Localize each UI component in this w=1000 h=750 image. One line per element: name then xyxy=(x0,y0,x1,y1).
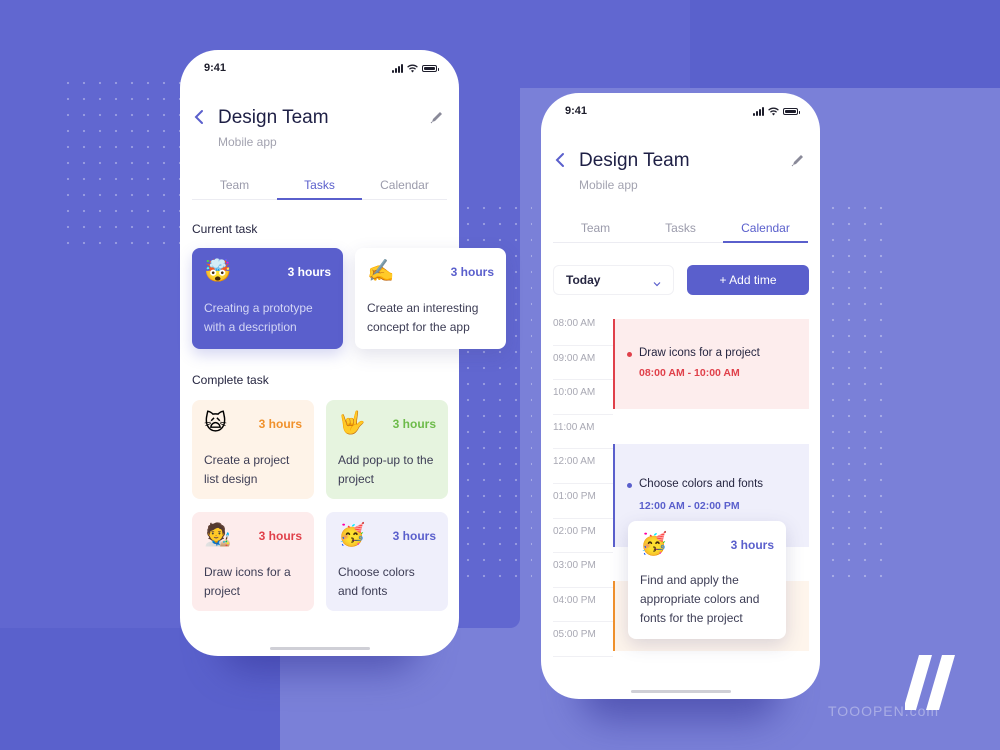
task-description: Find and apply the appropriate colors an… xyxy=(640,573,760,625)
add-time-button[interactable]: + Add time xyxy=(687,265,809,295)
tab-bar: Team Tasks Calendar xyxy=(553,221,808,243)
time-label: 10:00 AM xyxy=(553,387,596,399)
complete-task-card[interactable]: 🤟 3 hours Add pop-up to the project xyxy=(326,400,448,499)
home-indicator xyxy=(630,690,731,693)
wifi-icon xyxy=(407,64,418,73)
pencil-icon[interactable] xyxy=(429,109,445,125)
task-description: Choose colors and fonts xyxy=(338,565,415,598)
time-label: 12:00 AM xyxy=(553,456,596,468)
tab-team[interactable]: Team xyxy=(192,178,277,199)
time-label: 05:00 PM xyxy=(553,629,596,641)
status-bar: 9:41 xyxy=(565,104,800,118)
artist-icon: 🧑‍🎨 xyxy=(204,522,232,547)
current-task-card[interactable]: ✍️ 3 hours Create an interesting concept… xyxy=(355,248,506,349)
time-label: 11:00 AM xyxy=(553,421,595,433)
background-block xyxy=(690,0,1000,88)
complete-task-card[interactable]: 🧑‍🎨 3 hours Draw icons for a project xyxy=(192,512,314,611)
task-description: Create a project list design xyxy=(204,453,290,486)
time-label: 04:00 PM xyxy=(553,594,596,606)
task-description: Add pop-up to the project xyxy=(338,453,434,486)
complete-task-card[interactable]: 🙀 3 hours Create a project list design xyxy=(192,400,314,499)
task-hours: 3 hours xyxy=(392,417,436,431)
battery-icon xyxy=(783,107,800,115)
complete-task-heading: Complete task xyxy=(192,373,269,387)
page-header: Design Team Mobile app xyxy=(555,150,806,194)
battery-icon xyxy=(422,64,439,72)
date-select[interactable]: Today xyxy=(553,265,674,295)
phone-calendar-screen: 9:41 Design Team Mobile app Team Tasks C… xyxy=(541,93,820,699)
signal-icon xyxy=(753,106,764,116)
status-time: 9:41 xyxy=(204,62,227,74)
time-label: 08:00 AM xyxy=(553,318,596,329)
date-select-value: Today xyxy=(566,273,601,287)
tab-calendar[interactable]: Calendar xyxy=(362,178,447,199)
task-description: Create an interesting concept for the ap… xyxy=(367,301,479,334)
time-label: 01:00 PM xyxy=(553,490,596,502)
task-hours: 3 hours xyxy=(258,529,302,543)
task-hours: 3 hours xyxy=(730,538,774,552)
party-face-icon: 🥳 xyxy=(338,522,366,547)
event-name: Choose colors and fonts xyxy=(639,478,764,490)
party-face-icon: 🥳 xyxy=(640,531,668,556)
current-task-card[interactable]: 🤯 3 hours Creating a prototype with a de… xyxy=(192,248,343,349)
dot-pattern xyxy=(60,75,190,245)
tab-tasks[interactable]: Tasks xyxy=(277,178,362,200)
event-time-range: 08:00 AM - 10:00 AM xyxy=(639,367,740,379)
task-hours: 3 hours xyxy=(287,265,331,279)
watermark-text: TOOOPEN.com xyxy=(828,703,940,719)
calendar-event[interactable]: Draw icons for a project 08:00 AM - 10:0… xyxy=(613,319,809,409)
signal-icon xyxy=(392,63,403,73)
exploding-head-icon: 🤯 xyxy=(204,258,232,283)
weary-cat-icon: 🙀 xyxy=(204,410,227,435)
back-chevron-icon[interactable] xyxy=(194,109,208,127)
event-dot xyxy=(627,483,632,488)
tab-team[interactable]: Team xyxy=(553,221,638,242)
time-label: 02:00 PM xyxy=(553,525,596,537)
complete-task-card[interactable]: 🥳 3 hours Choose colors and fonts xyxy=(326,512,448,611)
tab-bar: Team Tasks Calendar xyxy=(192,178,447,200)
tab-tasks[interactable]: Tasks xyxy=(638,221,723,242)
tab-calendar[interactable]: Calendar xyxy=(723,221,808,243)
pencil-icon[interactable] xyxy=(790,152,806,168)
chevron-down-icon xyxy=(653,275,661,287)
status-time: 9:41 xyxy=(565,105,588,117)
task-hours: 3 hours xyxy=(450,265,494,279)
event-dot xyxy=(627,352,632,357)
page-header: Design Team Mobile app xyxy=(194,107,445,151)
status-bar: 9:41 xyxy=(204,61,439,75)
task-description: Draw icons for a project xyxy=(204,565,291,598)
time-label: 09:00 AM xyxy=(553,352,596,364)
home-indicator xyxy=(269,647,370,650)
brand-slash-logo xyxy=(903,655,965,710)
dot-pattern xyxy=(825,200,890,590)
phone-tasks-screen: 9:41 Design Team Mobile app Team Tasks C… xyxy=(180,50,506,656)
writing-hand-icon: ✍️ xyxy=(367,258,395,283)
event-time-range: 12:00 AM - 02:00 PM xyxy=(639,500,740,512)
current-task-heading: Current task xyxy=(192,222,258,236)
love-you-gesture-icon: 🤟 xyxy=(338,410,366,435)
task-popup-card[interactable]: 🥳 3 hours Find and apply the appropriate… xyxy=(628,521,786,639)
page-subtitle: Mobile app xyxy=(579,178,638,192)
back-chevron-icon[interactable] xyxy=(555,152,569,170)
task-description: Creating a prototype with a description xyxy=(204,301,313,334)
wifi-icon xyxy=(768,107,779,116)
event-name: Draw icons for a project xyxy=(639,347,760,359)
page-subtitle: Mobile app xyxy=(218,135,277,149)
task-hours: 3 hours xyxy=(392,529,436,543)
task-hours: 3 hours xyxy=(258,417,302,431)
time-label: 03:00 PM xyxy=(553,560,596,572)
page-title: Design Team xyxy=(218,107,329,128)
page-title: Design Team xyxy=(579,150,690,171)
